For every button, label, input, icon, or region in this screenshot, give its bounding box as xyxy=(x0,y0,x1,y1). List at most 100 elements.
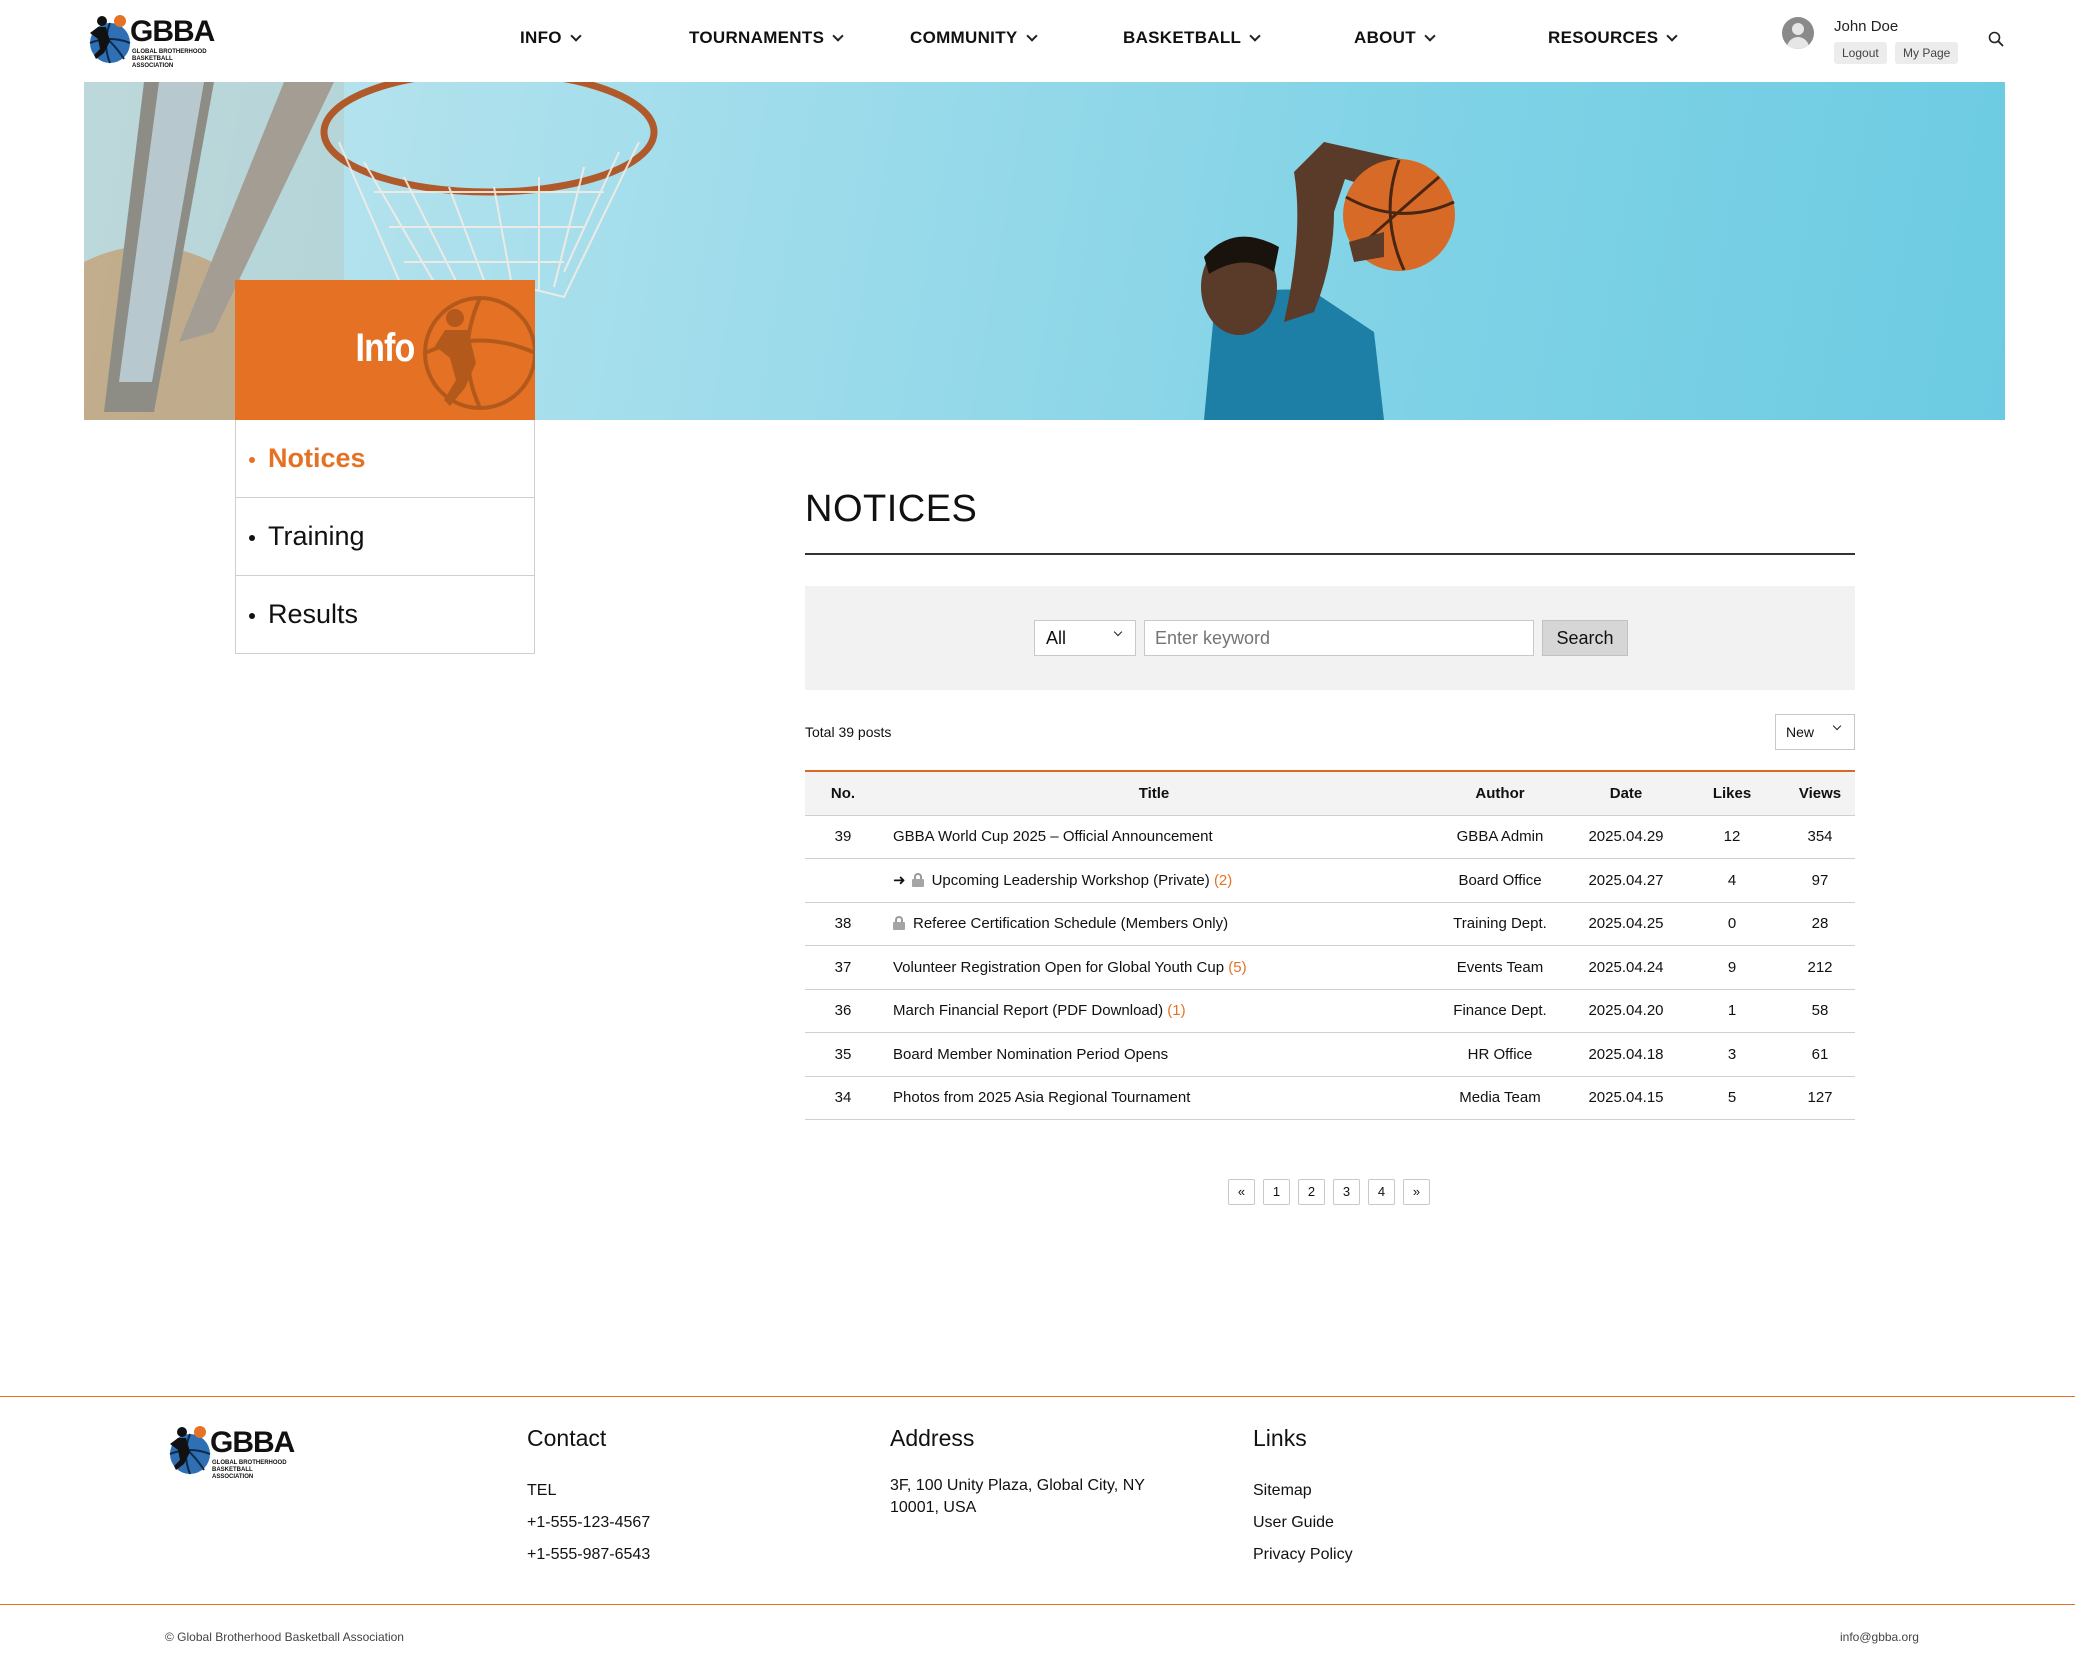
side-menu-label: Notices xyxy=(268,443,366,473)
search-panel: All Search xyxy=(805,586,1855,690)
logo-wordmark: GBBA xyxy=(130,15,215,48)
keyword-input[interactable] xyxy=(1144,620,1534,656)
nav-item-community[interactable]: COMMUNITY xyxy=(910,28,1038,48)
row-title-link[interactable]: Volunteer Registration Open for Global Y… xyxy=(893,959,1224,976)
row-views: 97 xyxy=(1785,858,1855,903)
table-row[interactable]: 38 Referee Certification Schedule (Membe… xyxy=(805,902,1855,946)
footer-address: Address 3F, 100 Unity Plaza, Global City… xyxy=(890,1425,1170,1519)
row-title-cell[interactable]: ➜ Upcoming Leadership Workshop (Private) … xyxy=(881,858,1427,903)
footer-email-link[interactable]: info@gbba.org xyxy=(1840,1630,1919,1644)
footer-link-sitemap[interactable]: Sitemap xyxy=(1253,1475,1353,1507)
footer-contact: Contact TEL +1-555-123-4567 +1-555-987-6… xyxy=(527,1425,650,1571)
table-row[interactable]: 34 Photos from 2025 Asia Regional Tourna… xyxy=(805,1076,1855,1120)
row-title-cell[interactable]: Referee Certification Schedule (Members … xyxy=(881,902,1427,946)
row-title-link[interactable]: Photos from 2025 Asia Regional Tournamen… xyxy=(893,1089,1190,1106)
footer-link-user-guide[interactable]: User Guide xyxy=(1253,1507,1353,1539)
row-title-cell[interactable]: Photos from 2025 Asia Regional Tournamen… xyxy=(881,1076,1427,1120)
nav-item-basketball[interactable]: BASKETBALL xyxy=(1123,28,1261,48)
side-menu: Notices Training Results xyxy=(235,420,535,654)
row-date: 2025.04.15 xyxy=(1573,1076,1679,1120)
column-header-date: Date xyxy=(1573,770,1679,816)
player-figure xyxy=(1201,142,1455,420)
my-page-button[interactable]: My Page xyxy=(1895,42,1959,64)
nav-item-about[interactable]: ABOUT xyxy=(1354,28,1436,48)
row-title-cell[interactable]: Board Member Nomination Period Opens xyxy=(881,1032,1427,1077)
chevron-down-icon xyxy=(1424,29,1436,42)
nav-item-resources[interactable]: RESOURCES xyxy=(1548,28,1679,48)
table-row[interactable]: 37 Volunteer Registration Open for Globa… xyxy=(805,945,1855,990)
page-first-button[interactable]: « xyxy=(1228,1179,1255,1205)
footer-divider-top xyxy=(0,1396,2075,1397)
footer-contact-heading: Contact xyxy=(527,1425,607,1451)
table-row[interactable]: 39 GBBA World Cup 2025 – Official Announ… xyxy=(805,815,1855,859)
chevron-down-icon xyxy=(1666,29,1679,42)
side-menu-item-notices[interactable]: Notices xyxy=(235,420,535,498)
table-row[interactable]: 36 March Financial Report (PDF Download)… xyxy=(805,989,1855,1033)
footer-link-privacy-policy[interactable]: Privacy Policy xyxy=(1253,1539,1353,1571)
row-no: 37 xyxy=(805,945,881,990)
search-icon[interactable] xyxy=(1988,31,2004,47)
row-author: Board Office xyxy=(1427,858,1573,903)
row-author: Finance Dept. xyxy=(1427,989,1573,1033)
search-button[interactable]: Search xyxy=(1542,620,1628,656)
page-button-1[interactable]: 1 xyxy=(1263,1179,1290,1205)
row-title-cell[interactable]: GBBA World Cup 2025 – Official Announcem… xyxy=(881,815,1427,859)
row-likes: 4 xyxy=(1679,858,1785,903)
row-date: 2025.04.27 xyxy=(1573,858,1679,903)
side-menu-item-results[interactable]: Results xyxy=(235,576,535,654)
row-title-cell[interactable]: Volunteer Registration Open for Global Y… xyxy=(881,945,1427,990)
user-avatar-icon[interactable] xyxy=(1782,17,1814,49)
row-author: Media Team xyxy=(1427,1076,1573,1120)
row-date: 2025.04.18 xyxy=(1573,1032,1679,1077)
row-author: Training Dept. xyxy=(1427,902,1573,946)
row-title-cell[interactable]: March Financial Report (PDF Download) (1… xyxy=(881,989,1427,1033)
side-menu-item-training[interactable]: Training xyxy=(235,498,535,576)
row-author: GBBA Admin xyxy=(1427,815,1573,859)
row-title-link[interactable]: Referee Certification Schedule (Members … xyxy=(913,915,1228,932)
row-no: 35 xyxy=(805,1032,881,1077)
page-button-3[interactable]: 3 xyxy=(1333,1179,1360,1205)
comment-count: (5) xyxy=(1228,958,1247,976)
chevron-down-icon xyxy=(1832,721,1842,731)
row-no: 39 xyxy=(805,815,881,859)
footer-phone: +1-555-987-6543 xyxy=(527,1546,651,1563)
page-last-button[interactable]: » xyxy=(1403,1179,1430,1205)
pagination: « 1 2 3 4 » xyxy=(1228,1179,1430,1205)
search-filter-select[interactable]: All xyxy=(1034,620,1136,656)
page-button-2[interactable]: 2 xyxy=(1298,1179,1325,1205)
footer-tel-label: TEL xyxy=(527,1482,557,1499)
chevron-down-icon xyxy=(570,29,582,42)
page-title: NOTICES xyxy=(805,488,978,530)
sort-select[interactable]: New xyxy=(1775,714,1855,750)
logout-button[interactable]: Logout xyxy=(1834,42,1887,64)
comment-count: (2) xyxy=(1213,872,1233,890)
row-title-link[interactable]: GBBA World Cup 2025 – Official Announcem… xyxy=(893,828,1213,845)
row-date: 2025.04.29 xyxy=(1573,815,1679,859)
nav-label: BASKETBALL xyxy=(1123,28,1242,47)
title-divider xyxy=(805,553,1855,555)
table-row[interactable]: ➜ Upcoming Leadership Workshop (Private) … xyxy=(805,858,1855,903)
row-no xyxy=(805,858,881,903)
row-likes: 12 xyxy=(1679,815,1785,859)
site-header: GBBA GLOBAL BROTHERHOOD BASKETBALL ASSOC… xyxy=(0,0,2075,82)
section-banner-title: Info xyxy=(355,326,416,370)
footer-logo[interactable]: GBBA GLOBAL BROTHERHOOD BASKETBALL ASSOC… xyxy=(164,1424,295,1480)
row-title-link[interactable]: Board Member Nomination Period Opens xyxy=(893,1046,1168,1063)
sort-value: New xyxy=(1786,724,1815,740)
row-title-link[interactable]: Upcoming Leadership Workshop (Private) xyxy=(932,872,1210,889)
row-title-link[interactable]: March Financial Report (PDF Download) xyxy=(893,1002,1163,1019)
chevron-down-icon xyxy=(832,29,844,42)
nav-item-info[interactable]: INFO xyxy=(520,28,582,48)
site-logo[interactable]: GBBA GLOBAL BROTHERHOOD BASKETBALL ASSOC… xyxy=(84,13,215,69)
row-date: 2025.04.24 xyxy=(1573,945,1679,990)
row-no: 34 xyxy=(805,1076,881,1120)
nav-label: TOURNAMENTS xyxy=(689,28,825,47)
lock-icon xyxy=(911,873,924,888)
nav-item-tournaments[interactable]: TOURNAMENTS xyxy=(689,28,844,48)
page-button-4[interactable]: 4 xyxy=(1368,1179,1395,1205)
column-header-title: Title xyxy=(881,770,1427,816)
table-row[interactable]: 35 Board Member Nomination Period Opens … xyxy=(805,1032,1855,1077)
reply-arrow-icon: ➜ xyxy=(893,872,906,890)
bullet-icon xyxy=(249,535,255,541)
column-header-author: Author xyxy=(1427,770,1573,816)
